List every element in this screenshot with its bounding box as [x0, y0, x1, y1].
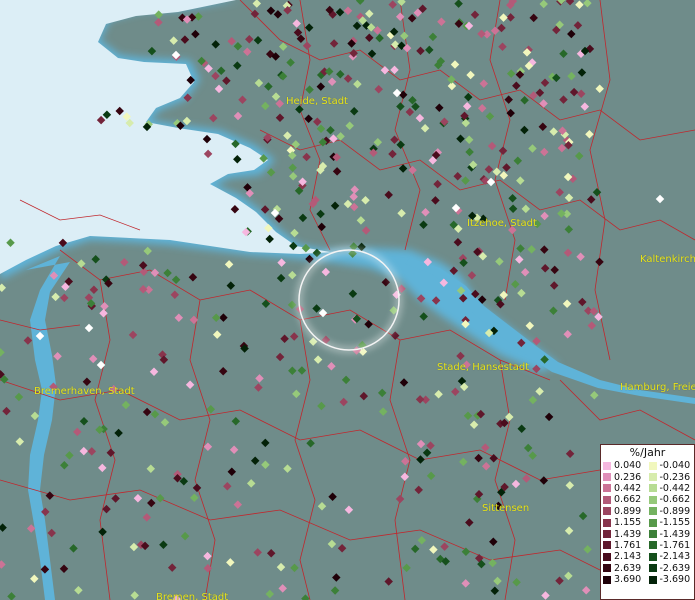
legend-swatch: [603, 507, 611, 516]
legend-label: 2.639: [614, 562, 642, 574]
legend-swatch: [648, 530, 657, 539]
legend-swatch: [648, 495, 657, 504]
legend-row: 0.040: [603, 460, 649, 471]
legend-label: -0.662: [659, 494, 691, 506]
legend-label: -3.690: [659, 574, 691, 586]
legend-swatch: [648, 507, 657, 516]
legend-label: 0.899: [614, 505, 642, 517]
legend-label: -0.236: [659, 471, 691, 483]
legend-swatch: [648, 484, 657, 493]
legend-positive-column: 0.040 0.236 0.442 0.662 0.899 1.155 1.439 1.761…: [603, 460, 649, 585]
legend-swatch: [603, 575, 611, 584]
legend-label: -0.442: [659, 482, 691, 494]
legend-row: -1.439: [648, 528, 695, 540]
legend-negative-column: -0.040 -0.236 -0.442 -0.662 -0.899 -1.155 -1.4…: [648, 460, 695, 586]
legend-row: -3.690: [648, 574, 695, 586]
legend-label: -0.899: [659, 505, 691, 517]
legend-label: 3.690: [614, 574, 642, 586]
place-label-stade: Stade, Hansestadt: [437, 362, 530, 373]
map-legend: %/Jahr 0.040 0.236 0.442 0.662 0.899 1.155 1.4…: [600, 444, 695, 600]
legend-label: 0.040: [614, 460, 642, 472]
map-base: [0, 0, 695, 600]
legend-label: -2.639: [659, 562, 691, 574]
legend-row: -2.639: [648, 562, 695, 574]
place-label-bremerhaven: Bremerhaven, Stadt: [34, 386, 135, 397]
legend-label: 1.761: [614, 539, 642, 551]
legend-swatch: [648, 541, 657, 550]
legend-label: -1.439: [659, 528, 691, 540]
legend-row: 0.442: [603, 483, 649, 494]
legend-label: -1.155: [659, 517, 691, 529]
legend-label: 0.442: [614, 482, 642, 494]
legend-swatch: [603, 461, 611, 470]
place-label-kaltenkirchen: Kaltenkirch: [640, 254, 695, 265]
legend-row: -0.662: [648, 494, 695, 506]
legend-row: 1.155: [603, 517, 649, 528]
place-label-heide: Heide, Stadt: [286, 96, 348, 107]
legend-label: -0.040: [659, 460, 691, 472]
legend-row: -0.040: [648, 460, 695, 472]
legend-row: 1.439: [603, 528, 649, 540]
legend-swatch: [603, 495, 611, 504]
legend-row: 0.236: [603, 471, 649, 483]
legend-label: 0.236: [614, 471, 642, 483]
legend-row: 0.662: [603, 494, 649, 505]
legend-swatch: [603, 484, 611, 493]
legend-swatch: [648, 473, 657, 482]
place-label-hamburg: Hamburg, Freie: [620, 382, 695, 393]
legend-label: 0.662: [614, 494, 642, 506]
legend-swatch: [648, 552, 657, 561]
legend-label: -1.761: [659, 539, 691, 551]
map-view[interactable]: Heide, Stadt Itzehoe, Stadt Kaltenkirch …: [0, 0, 695, 600]
legend-row: 2.639: [603, 563, 649, 574]
legend-label: 1.439: [614, 528, 642, 540]
legend-title: %/Jahr: [629, 446, 666, 459]
legend-swatch: [648, 564, 657, 573]
legend-swatch: [603, 530, 611, 539]
legend-label: 2.143: [614, 551, 642, 563]
legend-row: 2.143: [603, 551, 649, 562]
legend-row: -0.899: [648, 505, 695, 517]
legend-swatch: [603, 564, 611, 573]
legend-row: 3.690: [603, 574, 649, 585]
legend-row: -2.143: [648, 551, 695, 563]
place-label-itzehoe: Itzehoe, Stadt: [467, 218, 537, 229]
legend-row: -0.236: [648, 471, 695, 483]
place-label-bremen: Bremen, Stadt: [156, 592, 229, 600]
legend-swatch: [603, 473, 611, 482]
legend-row: 0.899: [603, 506, 649, 517]
legend-swatch: [603, 518, 611, 527]
place-label-sittensen: Sittensen: [482, 503, 530, 514]
legend-swatch: [648, 518, 657, 527]
legend-row: -1.155: [648, 517, 695, 529]
legend-label: 1.155: [614, 517, 642, 529]
legend-swatch: [603, 552, 611, 561]
legend-label: -2.143: [659, 551, 691, 563]
legend-row: 1.761: [603, 540, 649, 551]
legend-swatch: [603, 541, 611, 550]
legend-row: -0.442: [648, 482, 695, 494]
legend-row: -1.761: [648, 539, 695, 551]
legend-swatch: [648, 575, 657, 584]
legend-swatch: [648, 461, 657, 470]
